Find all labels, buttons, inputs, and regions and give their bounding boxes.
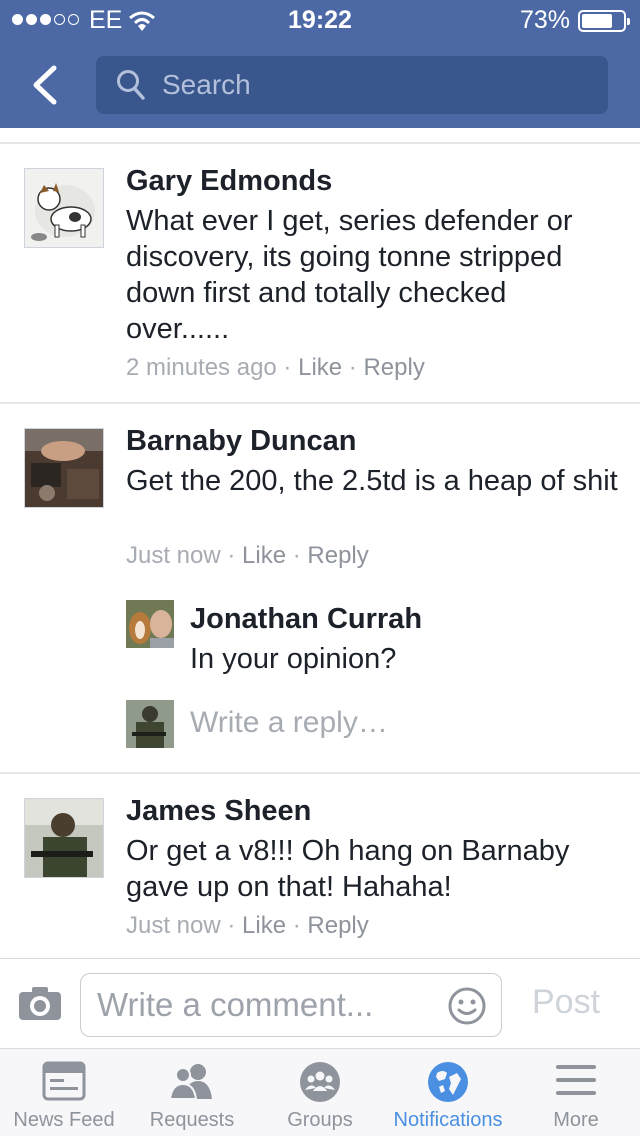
avatar[interactable] bbox=[24, 428, 104, 508]
comment-text: What ever I get, series defender or disc… bbox=[126, 205, 573, 345]
emoji-icon[interactable] bbox=[447, 986, 487, 1026]
like-link[interactable]: Like bbox=[242, 542, 286, 569]
search-input[interactable]: Search bbox=[96, 56, 608, 114]
engine-photo-avatar bbox=[25, 429, 103, 507]
tab-label: News Feed bbox=[13, 1109, 115, 1131]
like-link[interactable]: Like bbox=[298, 354, 342, 381]
soldier-avatar bbox=[126, 700, 174, 748]
comment-input[interactable]: Write a comment... bbox=[80, 973, 502, 1037]
battery-icon bbox=[578, 10, 630, 32]
comment-timestamp: Just now bbox=[126, 542, 221, 569]
tab-label: Notifications bbox=[393, 1109, 503, 1131]
tab-notifications[interactable]: Notifications bbox=[384, 1049, 512, 1136]
comment-timestamp: Just now bbox=[126, 912, 221, 939]
camera-icon[interactable] bbox=[18, 985, 62, 1021]
comment-meta: Just now · Like · Reply bbox=[126, 912, 369, 939]
divider bbox=[0, 402, 640, 404]
avatar[interactable] bbox=[126, 600, 174, 648]
search-icon bbox=[117, 70, 145, 100]
comment-composer: Write a comment... Post bbox=[0, 958, 640, 1048]
groups-icon bbox=[300, 1062, 340, 1102]
reply-text: In your opinion? bbox=[190, 643, 397, 675]
dog-and-man-avatar bbox=[126, 600, 174, 648]
comment-meta: Just now · Like · Reply bbox=[126, 542, 369, 569]
tab-label: Requests bbox=[149, 1109, 235, 1131]
post-button[interactable]: Post bbox=[532, 983, 600, 1022]
like-link[interactable]: Like bbox=[242, 912, 286, 939]
comment-timestamp: 2 minutes ago bbox=[126, 354, 277, 381]
dog-avatar-icon bbox=[25, 169, 103, 247]
tab-groups[interactable]: Groups bbox=[256, 1049, 384, 1136]
reply-link[interactable]: Reply bbox=[307, 542, 368, 569]
tab-more[interactable]: More bbox=[512, 1049, 640, 1136]
comment-text: Get the 200, the 2.5td is a heap of shit bbox=[126, 465, 618, 497]
comment-author[interactable]: Barnaby Duncan bbox=[126, 425, 356, 458]
news-feed-icon bbox=[42, 1061, 86, 1101]
reply-link[interactable]: Reply bbox=[307, 912, 368, 939]
reply-author[interactable]: Jonathan Currah bbox=[190, 603, 422, 636]
comment-placeholder: Write a comment... bbox=[97, 986, 374, 1023]
comment-author[interactable]: Gary Edmonds bbox=[126, 165, 332, 198]
status-bar: EE 19:22 73% bbox=[0, 0, 640, 40]
menu-icon bbox=[556, 1065, 596, 1095]
avatar[interactable] bbox=[24, 798, 104, 878]
divider bbox=[0, 772, 640, 774]
tab-label: Groups bbox=[287, 1109, 353, 1131]
comment-text: Or get a v8!!! Oh hang on Barnaby gave u… bbox=[126, 835, 570, 903]
soldier-avatar bbox=[25, 799, 103, 877]
tab-news-feed[interactable]: News Feed bbox=[0, 1049, 128, 1136]
app-header: EE 19:22 73% Search bbox=[0, 0, 640, 128]
divider bbox=[0, 142, 640, 144]
reply-link[interactable]: Reply bbox=[363, 354, 424, 381]
back-arrow-icon[interactable] bbox=[28, 64, 64, 106]
comment-meta: 2 minutes ago · Like · Reply bbox=[126, 354, 425, 381]
tab-label: More bbox=[553, 1109, 599, 1131]
search-placeholder: Search bbox=[162, 69, 251, 100]
avatar bbox=[126, 700, 174, 748]
write-reply-input[interactable]: Write a reply… bbox=[190, 706, 388, 740]
tab-bar: News Feed Requests Groups Notifications … bbox=[0, 1048, 640, 1136]
battery-percentage: 73% bbox=[519, 6, 570, 34]
globe-icon bbox=[428, 1062, 468, 1102]
comment-author[interactable]: James Sheen bbox=[126, 795, 311, 828]
tab-requests[interactable]: Requests bbox=[128, 1049, 256, 1136]
avatar[interactable] bbox=[24, 168, 104, 248]
friends-icon bbox=[168, 1064, 212, 1100]
